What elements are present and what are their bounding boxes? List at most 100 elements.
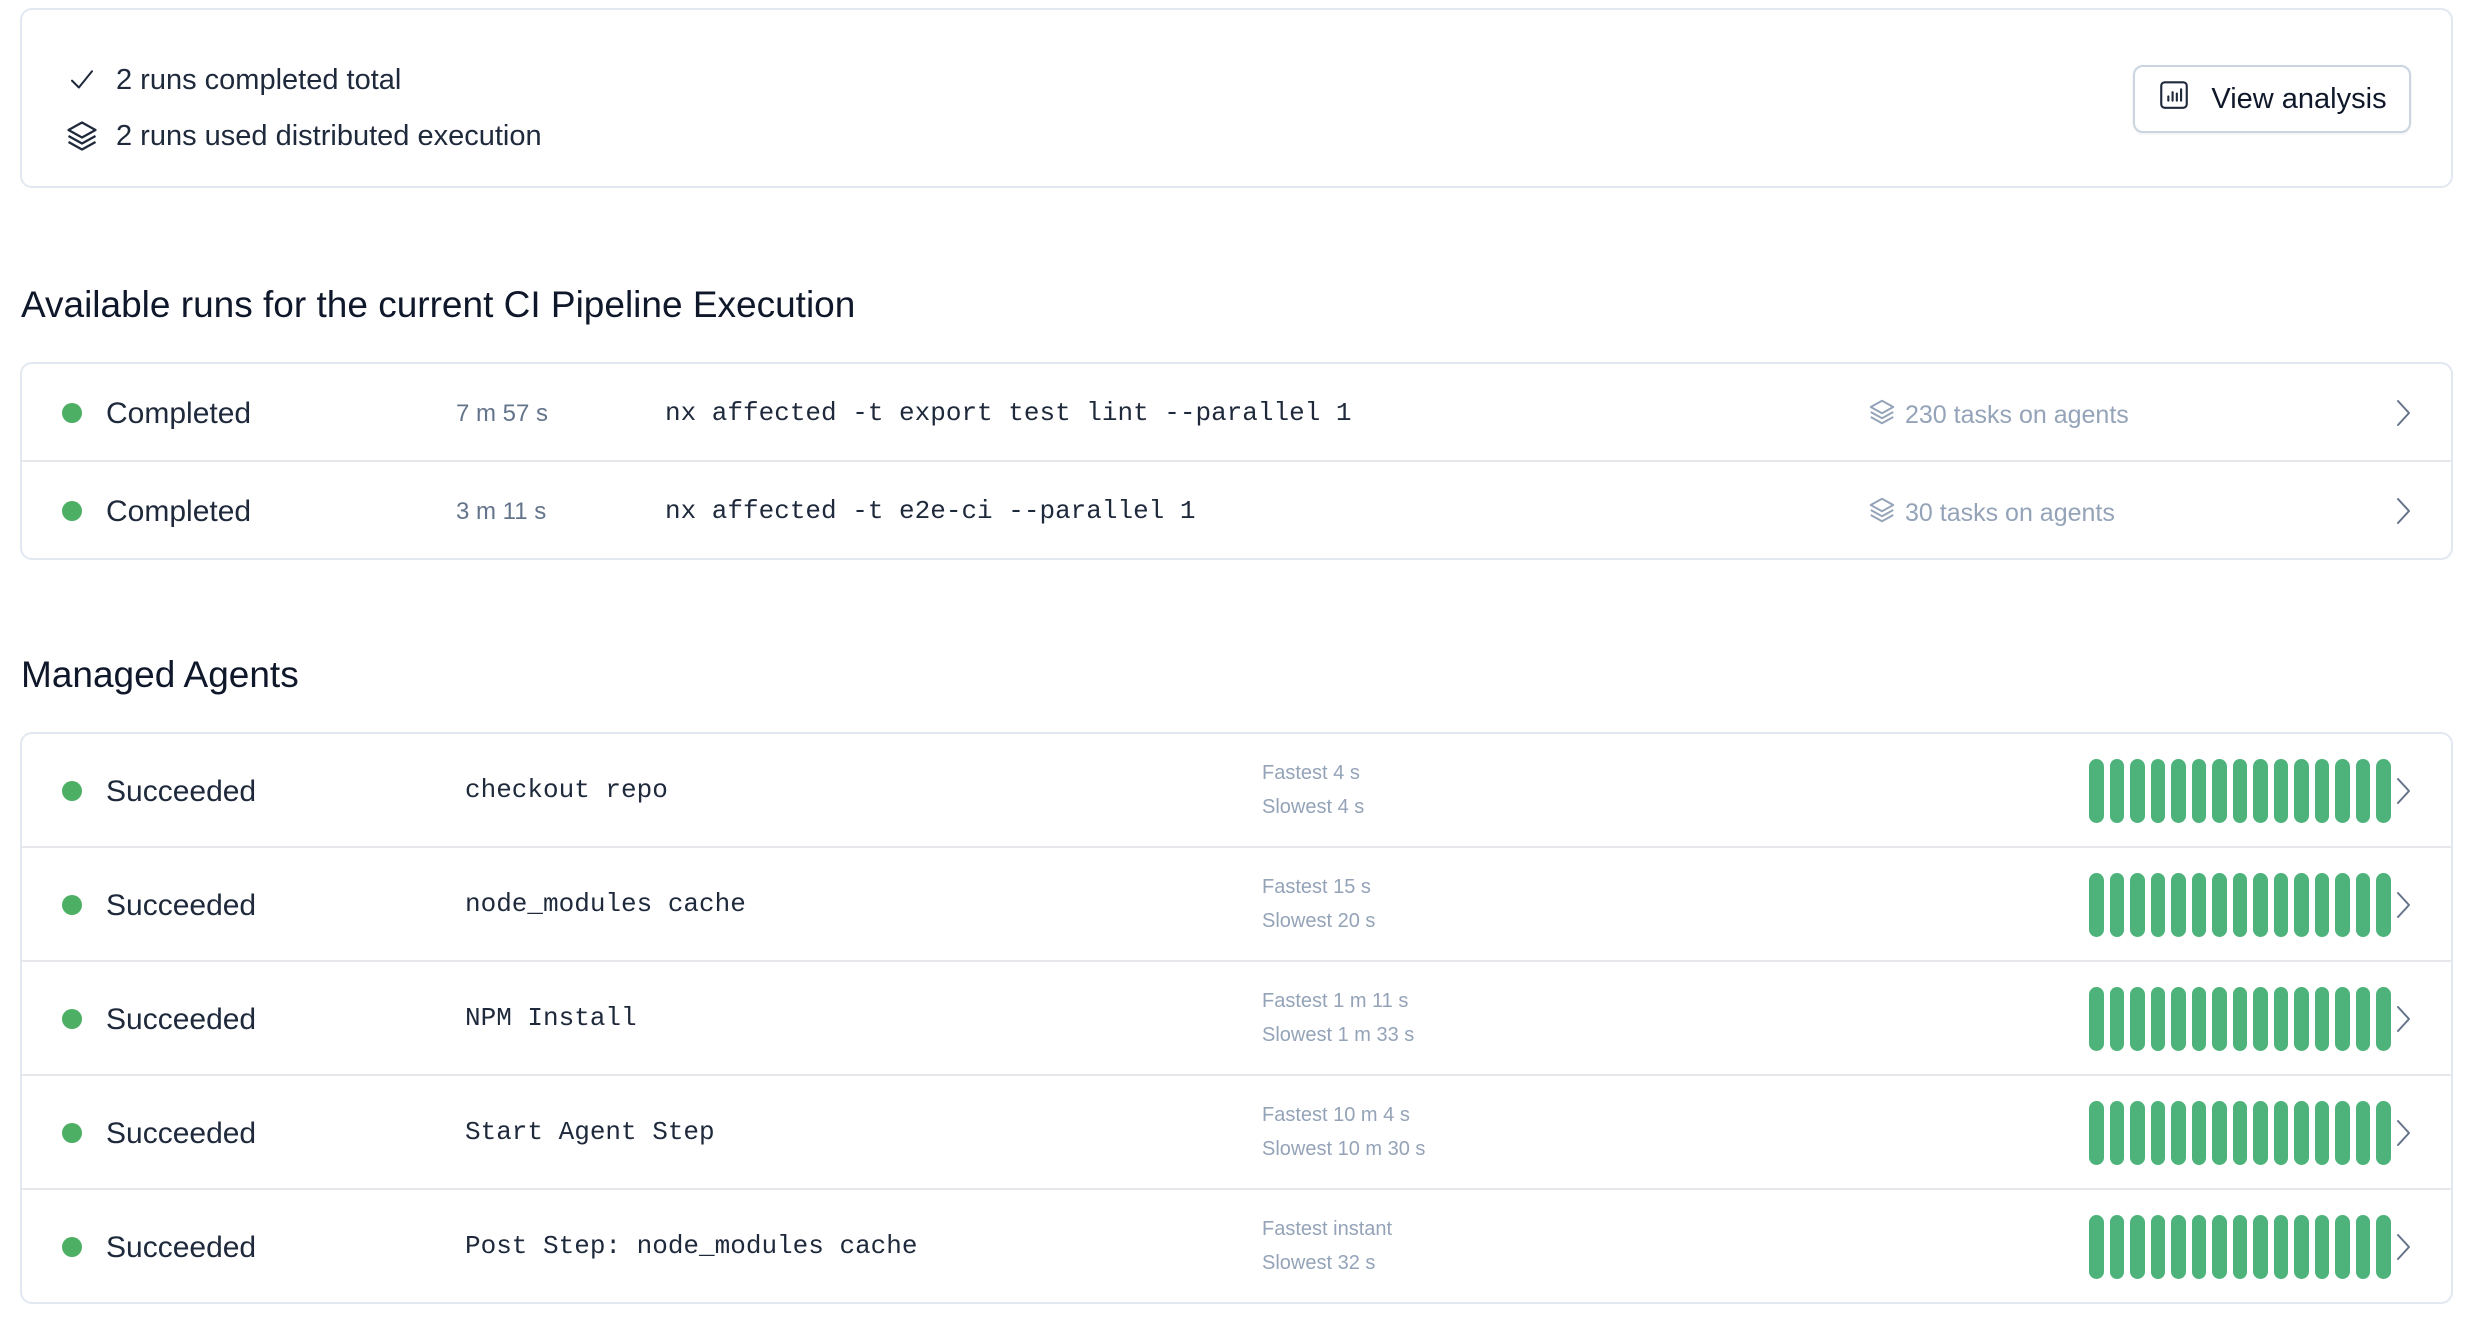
chevron-right-icon [2397, 892, 2410, 918]
agent-bar [2089, 1215, 2104, 1279]
run-tasks: 230 tasks on agents [1867, 397, 2129, 434]
agent-bar [2150, 759, 2165, 823]
available-runs-title: Available runs for the current CI Pipeli… [21, 284, 856, 325]
runs-distributed-summary: 2 runs used distributed execution [62, 116, 542, 156]
agent-timings: Fastest instant Slowest 32 s [1262, 1212, 1392, 1280]
agent-bar [2314, 759, 2329, 823]
agent-bar [2171, 759, 2186, 823]
agent-bar [2191, 759, 2206, 823]
agent-bar [2130, 759, 2145, 823]
status-dot [62, 1009, 82, 1029]
slowest-time: Slowest 20 s [1262, 910, 1376, 932]
agent-bar [2335, 759, 2350, 823]
agent-bar [2376, 759, 2391, 823]
agent-bar [2191, 987, 2206, 1051]
agent-bars [2089, 1101, 2391, 1165]
agent-bar [2171, 1215, 2186, 1279]
run-tasks-label: 30 tasks on agents [1905, 499, 2115, 527]
fastest-time: Fastest 4 s [1262, 762, 1360, 784]
agent-bar [2335, 987, 2350, 1051]
status-dot [62, 501, 82, 521]
agent-bar [2376, 987, 2391, 1051]
agent-bar [2109, 873, 2124, 937]
chevron-right-icon [2397, 778, 2410, 804]
run-command: nx affected -t e2e-ci --parallel 1 [665, 496, 1196, 526]
agent-bar [2232, 1101, 2247, 1165]
agent-bar [2130, 873, 2145, 937]
status-dot [62, 403, 82, 423]
agent-bar [2150, 1101, 2165, 1165]
agent-bar [2212, 987, 2227, 1051]
view-analysis-button[interactable]: View analysis [2133, 65, 2411, 133]
agent-timings: Fastest 1 m 11 s Slowest 1 m 33 s [1262, 984, 1414, 1052]
stack-layers-icon [62, 116, 102, 156]
fastest-time: Fastest 10 m 4 s [1262, 1104, 1410, 1126]
agent-bar [2355, 987, 2370, 1051]
agent-bar [2212, 873, 2227, 937]
agent-bar [2314, 987, 2329, 1051]
agents-list: Succeeded checkout repo Fastest 4 s Slow… [20, 732, 2453, 1304]
chevron-right-icon [2397, 1234, 2410, 1260]
agent-bar [2150, 987, 2165, 1051]
agent-bar [2171, 873, 2186, 937]
agent-bar [2335, 1215, 2350, 1279]
run-duration: 7 m 57 s [456, 400, 549, 427]
agent-bars [2089, 1215, 2391, 1279]
agent-bar [2335, 1101, 2350, 1165]
agent-bar [2191, 1215, 2206, 1279]
agent-bar [2232, 759, 2247, 823]
runs-distributed-text: 2 runs used distributed execution [116, 119, 542, 152]
runs-list: Completed 7 m 57 s nx affected -t export… [20, 362, 2453, 560]
agent-bar [2314, 1215, 2329, 1279]
agent-bar [2089, 1101, 2104, 1165]
agent-step: NPM Install [465, 1003, 637, 1033]
agent-bar [2376, 873, 2391, 937]
agent-bars [2089, 987, 2391, 1051]
agent-bar [2109, 759, 2124, 823]
agent-bar [2273, 1101, 2288, 1165]
agent-row[interactable]: Succeeded Post Step: node_modules cache … [22, 1190, 2451, 1302]
chevron-right-icon [2397, 1006, 2410, 1032]
agent-bar [2232, 987, 2247, 1051]
agent-status: Succeeded [106, 1117, 257, 1150]
agent-bar [2273, 873, 2288, 937]
agent-timings: Fastest 10 m 4 s Slowest 10 m 30 s [1262, 1098, 1425, 1166]
agent-bar [2355, 1215, 2370, 1279]
agent-bar [2171, 987, 2186, 1051]
agent-step: Start Agent Step [465, 1117, 715, 1147]
agent-bar [2253, 1101, 2268, 1165]
status-dot [62, 1237, 82, 1257]
run-duration: 3 m 11 s [456, 498, 547, 525]
agent-step: Post Step: node_modules cache [465, 1231, 918, 1261]
agent-row[interactable]: Succeeded node_modules cache Fastest 15 … [22, 848, 2451, 962]
agent-bar [2089, 987, 2104, 1051]
agent-bar [2355, 1101, 2370, 1165]
agent-bar [2273, 1215, 2288, 1279]
agent-bar [2212, 1215, 2227, 1279]
agent-status: Succeeded [106, 1231, 257, 1264]
agent-bar [2376, 1101, 2391, 1165]
chevron-right-icon [2397, 400, 2410, 426]
agent-bar [2294, 987, 2309, 1051]
agent-bar [2212, 759, 2227, 823]
agent-step: node_modules cache [465, 889, 746, 919]
agent-row[interactable]: Succeeded NPM Install Fastest 1 m 11 s S… [22, 962, 2451, 1076]
stack-layers-icon [1867, 495, 1897, 532]
slowest-time: Slowest 1 m 33 s [1262, 1024, 1415, 1046]
agent-bar [2335, 873, 2350, 937]
agent-bar [2355, 873, 2370, 937]
run-status: Completed [106, 495, 252, 528]
run-row[interactable]: Completed 7 m 57 s nx affected -t export… [22, 364, 2451, 462]
agent-row[interactable]: Succeeded Start Agent Step Fastest 10 m … [22, 1076, 2451, 1190]
agent-step: checkout repo [465, 775, 668, 805]
run-row[interactable]: Completed 3 m 11 s nx affected -t e2e-ci… [22, 462, 2451, 558]
agent-bar [2273, 759, 2288, 823]
agent-bar [2232, 873, 2247, 937]
agent-bar [2232, 1215, 2247, 1279]
check-icon [62, 60, 102, 100]
run-tasks: 30 tasks on agents [1867, 495, 2115, 532]
agent-bar [2150, 1215, 2165, 1279]
agent-row[interactable]: Succeeded checkout repo Fastest 4 s Slow… [22, 734, 2451, 848]
run-status: Completed [106, 397, 252, 430]
agent-bar [2171, 1101, 2186, 1165]
